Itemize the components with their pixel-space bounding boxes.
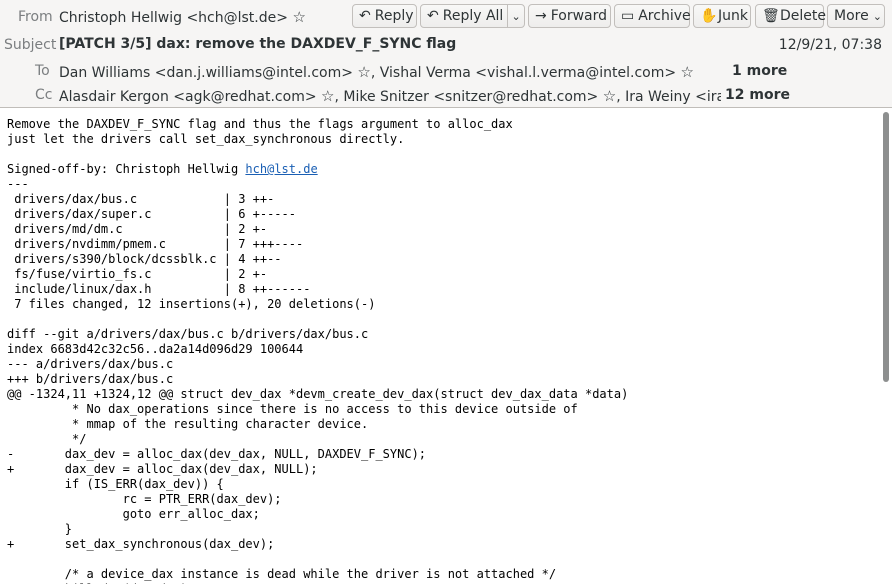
chevron-down-icon: ⌄	[872, 9, 882, 23]
delete-label: Delete	[780, 8, 826, 24]
to-recipient-1[interactable]: Dan Williams <dan.j.williams@intel.com>	[59, 65, 353, 81]
message-patch: --- drivers/dax/bus.c | 3 ++- drivers/da…	[7, 177, 629, 584]
junk-button[interactable]: ✋ Junk	[693, 4, 751, 28]
cc-recipient-3[interactable]: Ira Weiny <ira.weiny@	[625, 89, 721, 105]
star-icon[interactable]: ☆	[357, 63, 370, 81]
more-button[interactable]: More ⌄	[827, 4, 885, 28]
cc-field: Alasdair Kergon <agk@redhat.com> ☆, Mike…	[59, 87, 721, 105]
from-label: From	[18, 9, 53, 25]
to-more-link[interactable]: 1 more	[732, 63, 787, 79]
cc-more-link[interactable]: 12 more	[725, 87, 790, 103]
star-icon[interactable]: ☆	[321, 87, 334, 105]
to-recipient-2[interactable]: Vishal Verma <vishal.l.verma@intel.com>	[380, 65, 676, 81]
reply-button[interactable]: ↶ Reply	[352, 4, 417, 28]
forward-label: Forward	[550, 8, 608, 24]
subject-text: [PATCH 3/5] dax: remove the DAXDEV_F_SYN…	[59, 36, 457, 52]
more-label: More	[834, 8, 869, 24]
star-icon[interactable]: ☆	[292, 8, 305, 26]
forward-icon: →	[535, 8, 547, 24]
from-address[interactable]: Christoph Hellwig <hch@lst.de>	[59, 10, 288, 26]
archive-label: Archive	[638, 8, 691, 24]
junk-icon: ✋	[700, 8, 718, 24]
junk-label: Junk	[718, 8, 748, 24]
from-field[interactable]: Christoph Hellwig <hch@lst.de> ☆	[59, 8, 306, 26]
message-body[interactable]: Remove the DAXDEV_F_SYNC flag and thus t…	[0, 108, 880, 584]
reply-all-icon: ↶	[427, 8, 439, 24]
subject-label: Subject	[4, 37, 57, 53]
signoff-email-link[interactable]: hch@lst.de	[245, 162, 317, 176]
forward-button[interactable]: → Forward	[528, 4, 611, 28]
message-header: From Christoph Hellwig <hch@lst.de> ☆ ↶ …	[0, 0, 892, 108]
scrollbar-thumb[interactable]	[883, 112, 889, 382]
reply-label: Reply	[374, 8, 414, 24]
reply-icon: ↶	[359, 8, 371, 24]
reply-all-button[interactable]: ↶ Reply All ⌄	[420, 4, 525, 28]
archive-button[interactable]: ▭ Archive	[614, 4, 691, 28]
cc-recipient-1[interactable]: Alasdair Kergon <agk@redhat.com>	[59, 89, 317, 105]
to-label: To	[35, 63, 50, 79]
reply-all-dropdown[interactable]: ⌄	[507, 5, 524, 27]
trash-icon: 🗑	[762, 8, 780, 24]
date-text: 12/9/21, 07:38	[778, 37, 882, 53]
reply-all-label: Reply All	[442, 8, 504, 24]
to-field: Dan Williams <dan.j.williams@intel.com> …	[59, 63, 694, 81]
cc-label: Cc	[35, 87, 53, 103]
archive-icon: ▭	[621, 8, 635, 24]
star-icon[interactable]: ☆	[603, 87, 616, 105]
chevron-down-icon: ⌄	[511, 9, 521, 23]
star-icon[interactable]: ☆	[681, 63, 694, 81]
message-text: Remove the DAXDEV_F_SYNC flag and thus t…	[0, 108, 880, 584]
delete-button[interactable]: 🗑 Delete	[755, 4, 826, 28]
cc-recipient-2[interactable]: Mike Snitzer <snitzer@redhat.com>	[343, 89, 598, 105]
